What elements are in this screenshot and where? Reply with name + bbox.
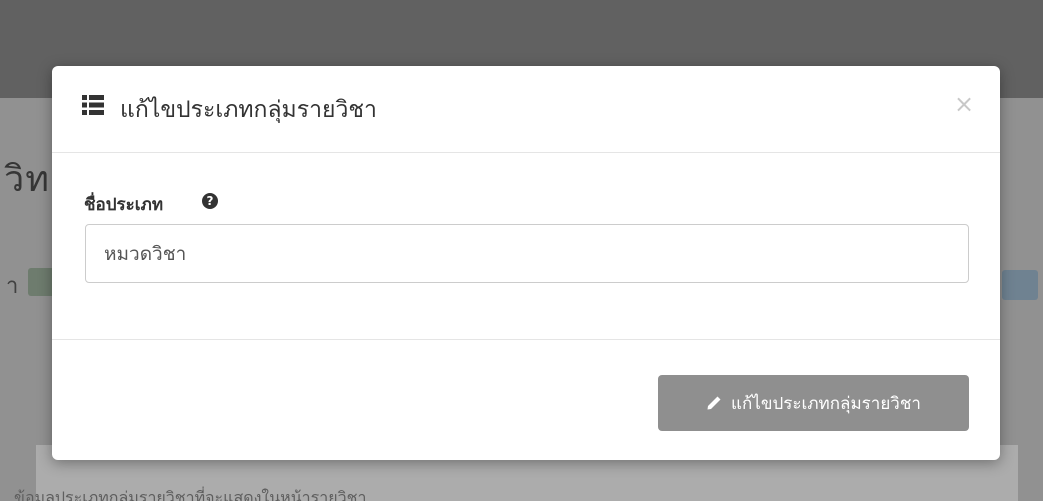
- save-category-button[interactable]: แก้ไขประเภทกลุ่มรายวิชา: [658, 375, 969, 431]
- modal-title: แก้ไขประเภทกลุ่มรายวิชา: [120, 97, 377, 123]
- modal-header: แก้ไขประเภทกลุ่มรายวิชา ×: [52, 66, 1000, 153]
- edit-category-modal: แก้ไขประเภทกลุ่มรายวิชา × ชื่อประเภท ? แ…: [52, 66, 1000, 460]
- close-button[interactable]: ×: [954, 92, 974, 116]
- category-name-input[interactable]: [85, 224, 969, 283]
- list-icon: [82, 95, 104, 115]
- save-button-label: แก้ไขประเภทกลุ่มรายวิชา: [731, 393, 921, 414]
- question-circle-icon[interactable]: ?: [202, 193, 218, 209]
- modal-footer: แก้ไขประเภทกลุ่มรายวิชา: [52, 339, 1000, 461]
- category-name-label: ชื่อประเภท: [84, 195, 164, 215]
- modal-body: ชื่อประเภท ?: [52, 153, 1000, 339]
- pencil-icon: [707, 396, 721, 410]
